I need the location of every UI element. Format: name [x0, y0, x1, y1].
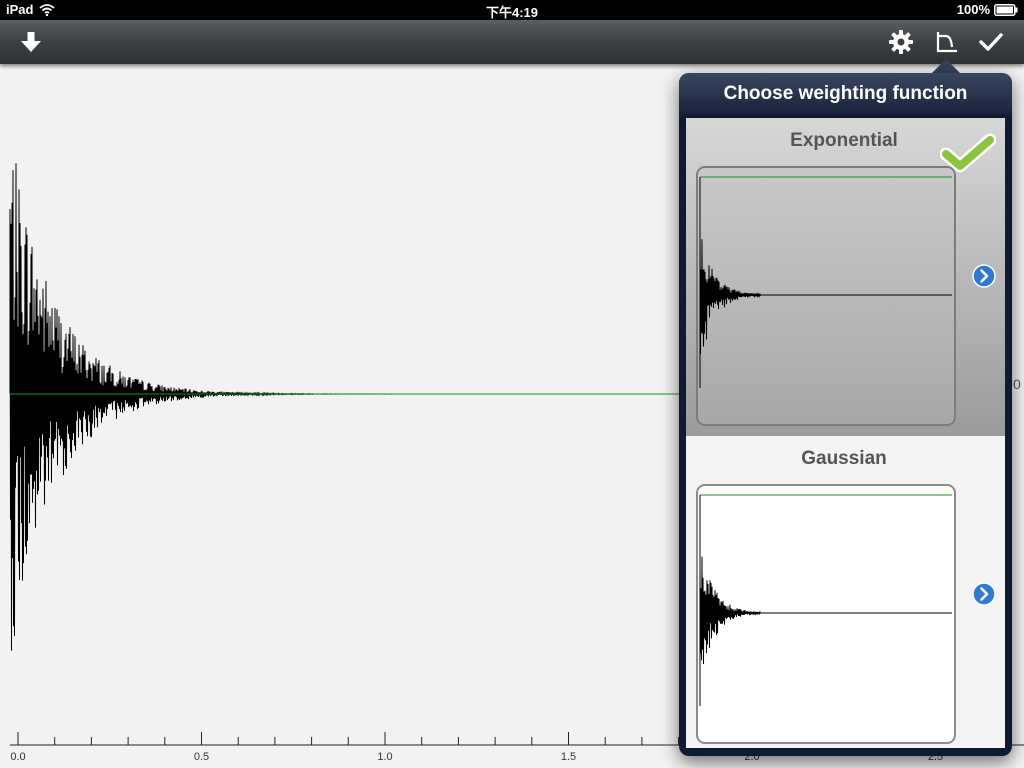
status-bar: iPad 下午4:19 100% [0, 0, 1024, 20]
y-axis-label-partial: 0 [1013, 376, 1021, 392]
x-axis-tick-label: 1.5 [561, 751, 576, 763]
checkmark-icon [979, 33, 1003, 51]
weighting-function-icon [936, 32, 957, 53]
popover-header: Choose weighting function [679, 73, 1012, 115]
download-button[interactable] [15, 26, 47, 58]
battery-icon [994, 3, 1018, 16]
gaussian-preview [696, 484, 956, 744]
battery-percent: 100% [956, 2, 990, 17]
popover-arrow [931, 59, 961, 74]
weighting-options-list: Exponential Gaussian [686, 118, 1005, 748]
option-label: Gaussian [801, 448, 887, 469]
fid-signal-trace [9, 163, 701, 651]
x-axis-tick-label: 1.0 [377, 751, 392, 763]
preview-signal-trace [699, 556, 952, 665]
preview-plot [699, 494, 952, 706]
preview-plot [699, 176, 952, 388]
disclosure-chevron-icon[interactable] [972, 582, 996, 606]
weighting-function-button[interactable] [930, 26, 962, 58]
screen: iPad 下午4:19 100% 0.0 0.5 1.0 1.5 2.0 2.5… [0, 0, 1024, 768]
download-arrow-icon [21, 32, 41, 52]
exponential-preview [696, 166, 956, 426]
option-exponential[interactable]: Exponential [686, 118, 1005, 436]
x-axis-tick-label: 0.5 [194, 751, 209, 763]
weighting-function-popover: Choose weighting function Exponential Ga… [679, 73, 1012, 756]
disclosure-chevron-icon[interactable] [972, 264, 996, 288]
x-axis-tick-label: 0.0 [10, 751, 25, 763]
done-button[interactable] [975, 26, 1007, 58]
settings-button[interactable] [885, 26, 917, 58]
status-time: 下午4:19 [485, 5, 539, 20]
status-right: 100% [957, 2, 1018, 17]
option-gaussian[interactable]: Gaussian [686, 436, 1005, 748]
gear-icon [889, 30, 913, 54]
toolbar [0, 20, 1024, 64]
popover-title: Choose weighting function [723, 83, 968, 104]
preview-signal-trace [699, 228, 952, 355]
